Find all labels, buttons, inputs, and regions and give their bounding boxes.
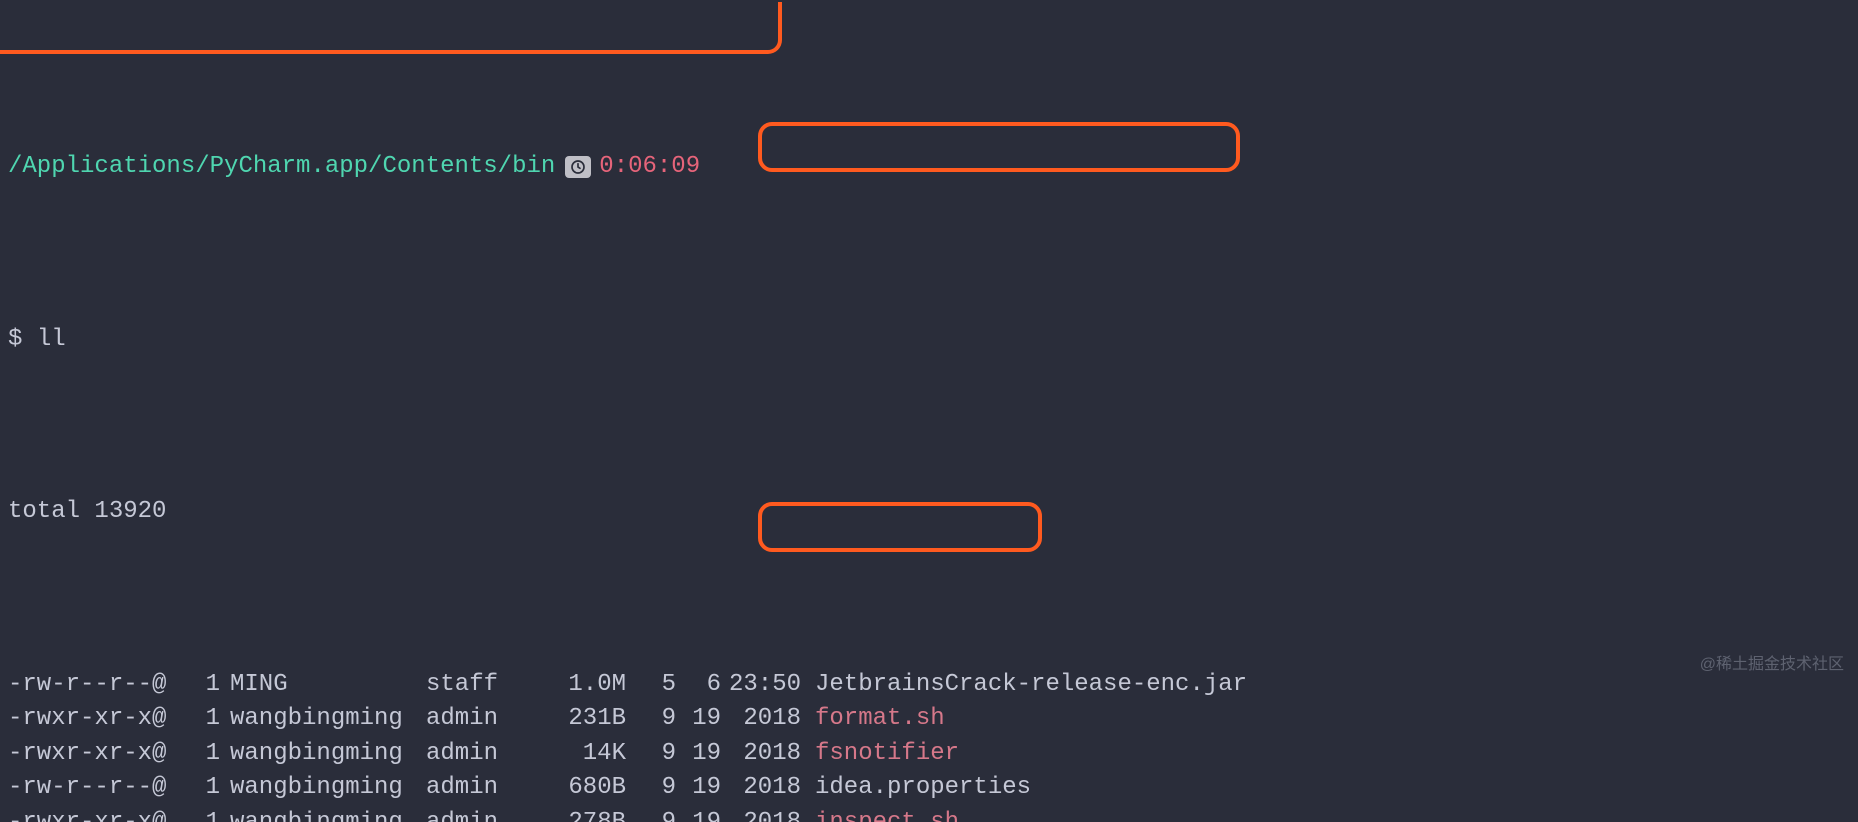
command-line-1: $ ll	[8, 323, 1850, 358]
file-link-count: 1	[198, 737, 226, 772]
file-name: inspect.sh	[815, 809, 959, 822]
file-month: 9	[626, 702, 676, 737]
file-group: admin	[426, 806, 536, 822]
file-name: format.sh	[815, 705, 945, 732]
file-name-cell: inspect.sh	[811, 806, 1850, 822]
prompt-symbol: $	[8, 326, 22, 353]
file-name: idea.properties	[815, 774, 1031, 801]
file-owner: wangbingming	[226, 737, 426, 772]
file-permissions: -rwxr-xr-x@	[8, 806, 198, 822]
file-owner: wangbingming	[226, 806, 426, 822]
file-name-cell: idea.properties	[811, 771, 1850, 806]
clock-icon	[565, 156, 591, 178]
file-group: admin	[426, 737, 536, 772]
file-group: staff	[426, 668, 536, 703]
file-row: -rw-r--r--@1MINGstaff1.0M5623:50Jetbrain…	[8, 668, 1850, 703]
file-day: 19	[676, 702, 721, 737]
file-name-cell: fsnotifier	[811, 737, 1850, 772]
file-time: 2018	[721, 737, 811, 772]
file-day: 6	[676, 668, 721, 703]
terminal-content[interactable]: /Applications/PyCharm.app/Contents/bin 0…	[0, 0, 1858, 822]
prompt-time: 0:06:09	[599, 150, 700, 185]
file-permissions: -rwxr-xr-x@	[8, 737, 198, 772]
file-name-cell: JetbrainsCrack-release-enc.jar	[811, 668, 1850, 703]
file-row: -rwxr-xr-x@1wangbingmingadmin278B9192018…	[8, 806, 1850, 822]
file-row: -rw-r--r--@1wangbingmingadmin680B9192018…	[8, 771, 1850, 806]
file-time: 2018	[721, 771, 811, 806]
file-month: 9	[626, 737, 676, 772]
file-size: 278B	[536, 806, 626, 822]
file-size: 680B	[536, 771, 626, 806]
watermark-text: @稀土掘金技术社区	[1700, 648, 1844, 683]
file-link-count: 1	[198, 702, 226, 737]
terminal-window[interactable]: /Applications/PyCharm.app/Contents/bin 0…	[0, 0, 1858, 822]
file-size: 14K	[536, 737, 626, 772]
file-group: admin	[426, 771, 536, 806]
file-name: JetbrainsCrack-release-enc.jar	[815, 671, 1247, 698]
file-day: 19	[676, 806, 721, 822]
file-time: 23:50	[721, 668, 811, 703]
file-owner: wangbingming	[226, 702, 426, 737]
file-row: -rwxr-xr-x@1wangbingmingadmin231B9192018…	[8, 702, 1850, 737]
file-group: admin	[426, 702, 536, 737]
file-permissions: -rw-r--r--@	[8, 771, 198, 806]
file-link-count: 1	[198, 771, 226, 806]
file-row: -rwxr-xr-x@1wangbingmingadmin14K9192018f…	[8, 737, 1850, 772]
cwd-path: /Applications/PyCharm.app/Contents/bin	[8, 150, 555, 185]
file-day: 19	[676, 771, 721, 806]
file-permissions: -rwxr-xr-x@	[8, 702, 198, 737]
file-permissions: -rw-r--r--@	[8, 668, 198, 703]
file-listing: -rw-r--r--@1MINGstaff1.0M5623:50Jetbrain…	[8, 668, 1850, 822]
file-link-count: 1	[198, 806, 226, 822]
file-month: 9	[626, 806, 676, 822]
file-name-cell: format.sh	[811, 702, 1850, 737]
file-month: 9	[626, 771, 676, 806]
command-text: ll	[37, 326, 66, 353]
file-time: 2018	[721, 702, 811, 737]
file-name: fsnotifier	[815, 740, 959, 767]
file-month: 5	[626, 668, 676, 703]
file-day: 19	[676, 737, 721, 772]
file-size: 231B	[536, 702, 626, 737]
file-link-count: 1	[198, 668, 226, 703]
file-size: 1.0M	[536, 668, 626, 703]
file-owner: MING	[226, 668, 426, 703]
file-time: 2018	[721, 806, 811, 822]
file-owner: wangbingming	[226, 771, 426, 806]
total-line: total 13920	[8, 495, 1850, 530]
prompt-line-1: /Applications/PyCharm.app/Contents/bin 0…	[8, 150, 1850, 185]
